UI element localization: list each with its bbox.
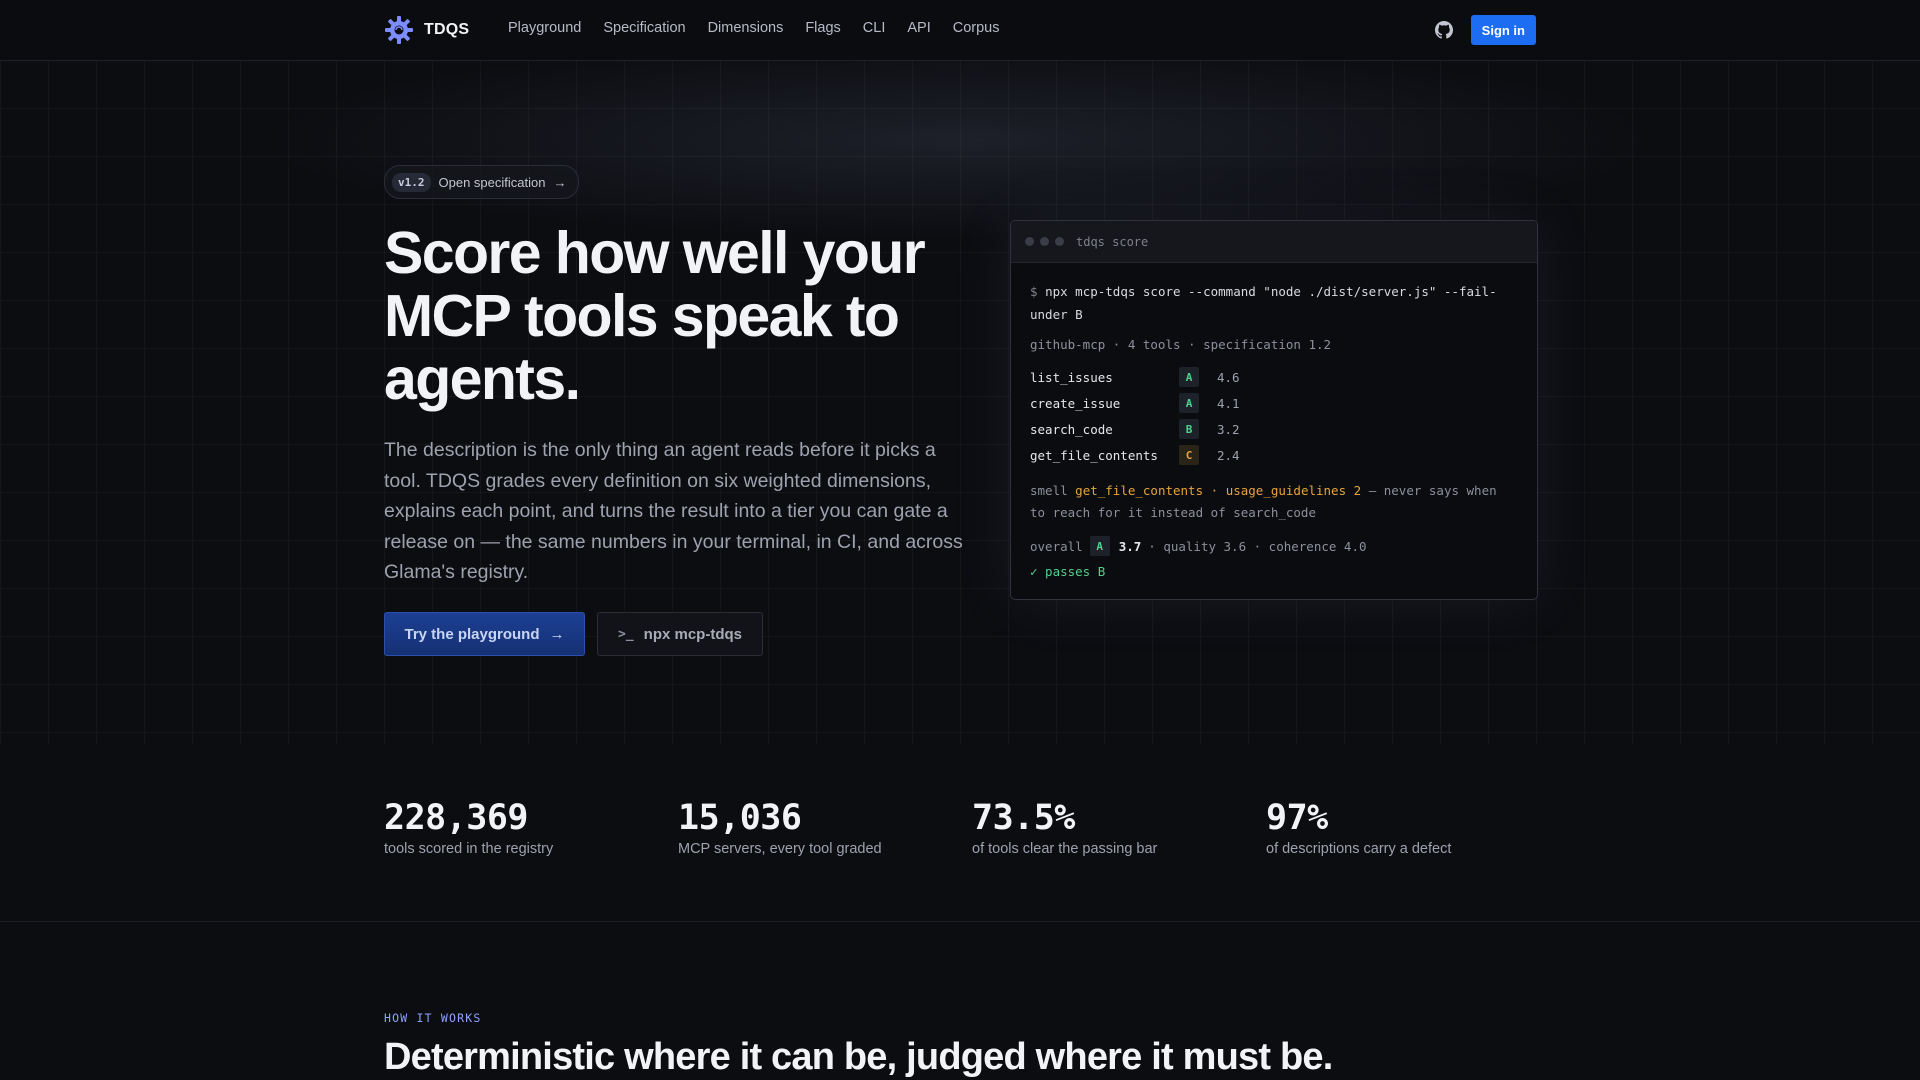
tool-score: 4.1: [1217, 395, 1240, 411]
tool-score: 2.4: [1217, 447, 1240, 463]
smell-separator: ·: [1210, 483, 1219, 498]
brand-name: TDQS: [424, 21, 470, 38]
command-text: npx mcp-tdqs score --command "node ./dis…: [1030, 284, 1497, 322]
stat-number: 15,036: [678, 798, 802, 838]
stat-tools-scored: 228,369 tools scored in the registry: [384, 797, 664, 857]
stat-number: 73.5%: [972, 798, 1075, 838]
top-nav: TDQS Playground Specification Dimensions…: [0, 0, 1920, 61]
hero-description: The description is the only thing an age…: [384, 439, 963, 583]
overall-grade-badge: A: [1089, 536, 1110, 556]
window-dot-icon: [1025, 237, 1034, 246]
try-playground-label: Try the playground: [404, 625, 540, 643]
overall-label: overall: [1030, 538, 1083, 554]
tool-row: search_code B 3.2: [1030, 416, 1518, 442]
pill-label: Open specification: [438, 174, 546, 190]
overall-value: 3.7: [1118, 538, 1142, 554]
nav-link-playground[interactable]: Playground: [508, 20, 581, 36]
tool-score: 3.2: [1217, 421, 1240, 437]
stat-mcp-servers: 15,036 MCP servers, every tool graded: [678, 797, 958, 857]
passes-status: ✓ passes B: [1030, 564, 1106, 579]
nav-actions: Sign in: [1434, 15, 1536, 45]
terminal-title: tdqs score: [1076, 234, 1149, 249]
terminal-window: tdqs score $ npx mcp-tdqs score --comman…: [1010, 220, 1538, 600]
tool-row: create_issue A 4.1: [1030, 390, 1518, 416]
terminal-command: $ npx mcp-tdqs score --command "node ./d…: [1030, 280, 1518, 326]
terminal-titlebar: tdqs score: [1011, 221, 1537, 263]
nav-link-cli[interactable]: CLI: [863, 20, 886, 36]
stat-passing: 73.5% of tools clear the passing bar: [972, 797, 1252, 857]
grade-badge: B: [1179, 419, 1199, 439]
brand-logo[interactable]: TDQS: [384, 15, 469, 45]
smell-label: smell: [1030, 483, 1068, 498]
section-kicker: HOW IT WORKS: [384, 1011, 482, 1025]
tool-name: search_code: [1030, 421, 1113, 437]
overall-score: overall A 3.7 · quality 3.6 · coherence …: [1030, 534, 1518, 558]
overall-details: · quality 3.6 · coherence 4.0: [1148, 538, 1367, 554]
spec-version-pill[interactable]: v1.2 Open specification →: [384, 165, 580, 199]
background-glow: [260, 40, 1660, 240]
tool-name: create_issue: [1030, 395, 1121, 411]
npx-command-button[interactable]: >_ npx mcp-tdqs: [597, 612, 763, 656]
terminal-body: $ npx mcp-tdqs score --command "node ./d…: [1011, 263, 1537, 599]
prompt-symbol: $: [1030, 284, 1038, 299]
hero-title: Score how well your MCP tools speak to a…: [384, 220, 926, 412]
terminal-prompt-icon: >_: [618, 626, 634, 642]
nav-container: TDQS Playground Specification Dimensions…: [384, 0, 1536, 60]
nav-link-flags[interactable]: Flags: [805, 20, 840, 36]
npx-command-label: npx mcp-tdqs: [643, 625, 742, 643]
nav-link-dimensions[interactable]: Dimensions: [708, 20, 784, 36]
window-dot-icon: [1040, 237, 1049, 246]
gear-logo-icon: [385, 16, 413, 44]
nav-link-api[interactable]: API: [907, 20, 930, 36]
grade-badge: A: [1179, 367, 1199, 387]
tool-score: 4.6: [1217, 369, 1240, 385]
stat-label: of tools clear the passing bar: [972, 841, 1158, 857]
grade-badge: C: [1179, 445, 1199, 465]
smell-tool: get_file_contents: [1075, 483, 1204, 498]
github-icon[interactable]: [1434, 21, 1453, 39]
tool-name: get_file_contents: [1030, 447, 1158, 463]
nav-link-specification[interactable]: Specification: [603, 20, 685, 36]
terminal-meta: github-mcp · 4 tools · specification 1.2: [1030, 337, 1332, 352]
stat-defects: 97% of descriptions carry a defect: [1266, 797, 1546, 857]
tool-row: list_issues A 4.6: [1030, 364, 1518, 390]
window-dot-icon: [1055, 237, 1064, 246]
smell-dimension: usage_guidelines 2: [1225, 483, 1362, 498]
try-playground-button[interactable]: Try the playground →: [384, 612, 585, 656]
tool-score-list: list_issues A 4.6 create_issue A 4.1 sea…: [1030, 364, 1518, 468]
stat-label: of descriptions carry a defect: [1266, 841, 1452, 857]
grade-badge: A: [1179, 393, 1199, 413]
tool-row: get_file_contents C 2.4: [1030, 442, 1518, 468]
arrow-right-icon: →: [549, 625, 565, 643]
tool-name: list_issues: [1030, 369, 1113, 385]
stat-label: MCP servers, every tool graded: [678, 841, 882, 857]
smell-warning: smell get_file_contents · usage_guidelin…: [1030, 480, 1518, 524]
stat-label: tools scored in the registry: [384, 841, 554, 857]
sign-in-button[interactable]: Sign in: [1470, 15, 1536, 45]
nav-link-corpus[interactable]: Corpus: [953, 20, 1000, 36]
section-title: Deterministic where it can be, judged wh…: [384, 1036, 1333, 1078]
stat-number: 228,369: [384, 798, 529, 838]
stats-section: [0, 745, 1920, 922]
arrow-right-icon: →: [553, 174, 567, 190]
version-badge: v1.2: [392, 172, 431, 192]
stat-number: 97%: [1266, 798, 1328, 838]
nav-links: Playground Specification Dimensions Flag…: [508, 20, 1000, 36]
